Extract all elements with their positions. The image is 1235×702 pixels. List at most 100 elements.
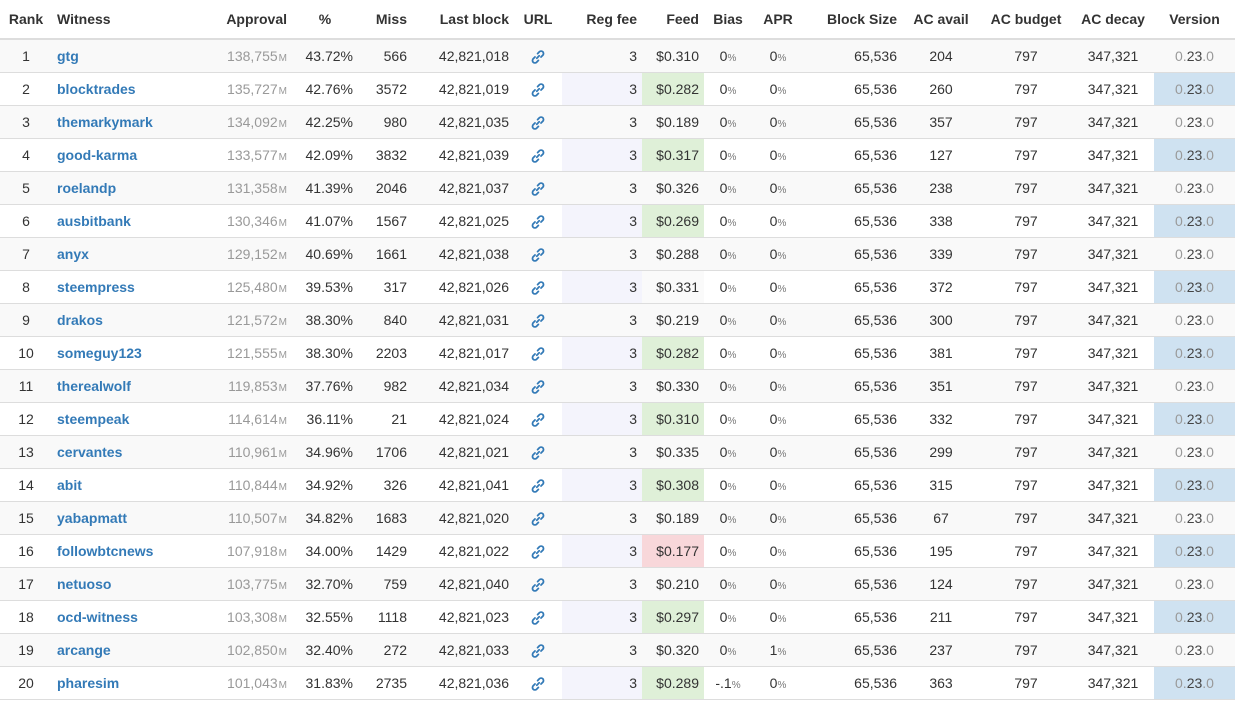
witness-link[interactable]: good-karma	[57, 147, 137, 163]
reg-fee-cell: 3	[562, 39, 642, 73]
col-percent[interactable]: %	[292, 0, 358, 40]
col-version[interactable]: Version	[1154, 0, 1235, 40]
witness-link[interactable]: steempress	[57, 279, 135, 295]
witness-link[interactable]: abit	[57, 477, 82, 493]
apr-unit: %	[777, 647, 787, 658]
col-last-block[interactable]: Last block	[412, 0, 514, 40]
approval-unit: M	[278, 317, 287, 328]
witness-link[interactable]: blocktrades	[57, 81, 136, 97]
ac-budget-cell: 797	[980, 534, 1072, 568]
witness-cell: themarkymark	[52, 105, 180, 139]
witness-link[interactable]: yabapmatt	[57, 510, 127, 526]
col-reg-fee[interactable]: Reg fee	[562, 0, 642, 40]
approval-value: 110,507	[228, 510, 278, 526]
feed-cell: $0.310	[642, 402, 704, 436]
table-row: 8 steempress 125,480M 39.53% 317 42,821,026 3 $…	[0, 270, 1235, 304]
col-approval[interactable]: Approval	[180, 0, 292, 40]
ac-avail-cell: 332	[902, 402, 980, 436]
col-ac-decay[interactable]: AC decay	[1072, 0, 1154, 40]
approval-cell: 135,727M	[180, 72, 292, 106]
table-header: Rank Witness Approval % Miss Last block …	[0, 0, 1235, 40]
col-bias[interactable]: Bias	[704, 0, 752, 40]
witness-link[interactable]: therealwolf	[57, 378, 131, 394]
link-icon[interactable]	[530, 214, 546, 230]
miss-cell: 982	[358, 369, 412, 403]
witness-link[interactable]: drakos	[57, 312, 103, 328]
miss-cell: 2735	[358, 666, 412, 700]
apr-cell: 0%	[752, 237, 804, 271]
miss-cell: 1661	[358, 237, 412, 271]
block-size-cell: 65,536	[804, 270, 902, 304]
version-minor: 23	[1186, 675, 1203, 691]
link-icon[interactable]	[530, 478, 546, 494]
feed-cell: $0.189	[642, 105, 704, 139]
col-url[interactable]: URL	[514, 0, 562, 40]
link-icon[interactable]	[530, 412, 546, 428]
reg-fee-cell: 3	[562, 171, 642, 205]
version-major: 0.	[1175, 543, 1187, 559]
approval-unit: M	[278, 482, 287, 493]
witness-link[interactable]: anyx	[57, 246, 89, 262]
link-icon[interactable]	[530, 577, 546, 593]
link-icon[interactable]	[530, 379, 546, 395]
witness-link[interactable]: pharesim	[57, 675, 119, 691]
link-icon[interactable]	[530, 313, 546, 329]
link-icon[interactable]	[530, 115, 546, 131]
link-icon[interactable]	[530, 346, 546, 362]
witness-link[interactable]: netuoso	[57, 576, 111, 592]
block-size-cell: 65,536	[804, 534, 902, 568]
version-patch: .0	[1202, 48, 1214, 64]
link-icon[interactable]	[530, 247, 546, 263]
col-witness[interactable]: Witness	[52, 0, 180, 40]
witness-link[interactable]: arcange	[57, 642, 111, 658]
version-patch: .0	[1202, 312, 1214, 328]
link-icon[interactable]	[530, 643, 546, 659]
col-block-size[interactable]: Block Size	[804, 0, 902, 40]
ac-decay-cell: 347,321	[1072, 105, 1154, 139]
miss-cell: 3572	[358, 72, 412, 106]
witness-link[interactable]: roelandp	[57, 180, 116, 196]
link-icon[interactable]	[530, 82, 546, 98]
version-major: 0.	[1175, 345, 1187, 361]
ac-decay-cell: 347,321	[1072, 600, 1154, 634]
witness-link[interactable]: steempeak	[57, 411, 129, 427]
apr-unit: %	[777, 416, 787, 427]
col-feed[interactable]: Feed	[642, 0, 704, 40]
col-ac-avail[interactable]: AC avail	[902, 0, 980, 40]
witness-link[interactable]: cervantes	[57, 444, 122, 460]
link-icon[interactable]	[530, 511, 546, 527]
approval-value: 131,358	[227, 180, 278, 196]
last-block-cell: 42,821,018	[412, 39, 514, 73]
url-cell	[514, 468, 562, 502]
feed-cell: $0.288	[642, 237, 704, 271]
link-icon[interactable]	[530, 610, 546, 626]
col-rank[interactable]: Rank	[0, 0, 52, 40]
link-icon[interactable]	[530, 544, 546, 560]
witness-cell: cervantes	[52, 435, 180, 469]
ac-decay-cell: 347,321	[1072, 138, 1154, 172]
block-size-cell: 65,536	[804, 72, 902, 106]
witness-link[interactable]: ausbitbank	[57, 213, 131, 229]
approval-value: 125,480	[227, 279, 278, 295]
link-icon[interactable]	[530, 49, 546, 65]
link-icon[interactable]	[530, 148, 546, 164]
witness-link[interactable]: themarkymark	[57, 114, 153, 130]
feed-cell: $0.282	[642, 336, 704, 370]
witness-link[interactable]: gtg	[57, 48, 79, 64]
version-patch: .0	[1202, 147, 1214, 163]
apr-unit: %	[777, 53, 787, 64]
link-icon[interactable]	[530, 445, 546, 461]
col-ac-budget[interactable]: AC budget	[980, 0, 1072, 40]
link-icon[interactable]	[530, 181, 546, 197]
link-icon[interactable]	[530, 676, 546, 692]
witness-link[interactable]: followbtcnews	[57, 543, 153, 559]
link-icon[interactable]	[530, 280, 546, 296]
miss-cell: 326	[358, 468, 412, 502]
witness-link[interactable]: someguy123	[57, 345, 142, 361]
col-miss[interactable]: Miss	[358, 0, 412, 40]
col-apr[interactable]: APR	[752, 0, 804, 40]
apr-unit: %	[777, 680, 787, 691]
approval-unit: M	[278, 350, 287, 361]
witness-link[interactable]: ocd-witness	[57, 609, 138, 625]
version-major: 0.	[1175, 246, 1187, 262]
